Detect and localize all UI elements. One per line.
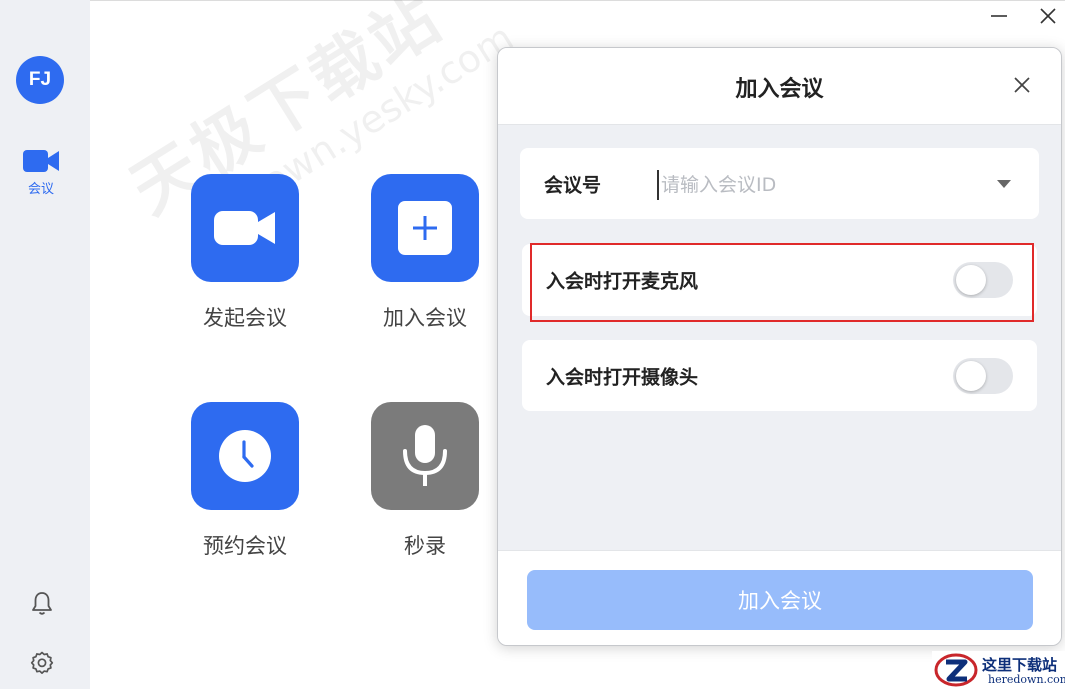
meeting-id-label: 会议号 — [544, 174, 602, 196]
join-meeting-dialog: 加入会议 会议号 入会时打开麦克风 入会时打开摄像头 加入会议 — [497, 47, 1062, 646]
dialog-footer: 加入会议 — [498, 550, 1061, 645]
sidebar-item-meeting[interactable]: 会议 — [20, 148, 62, 206]
meeting-id-row: 会议号 — [520, 148, 1039, 219]
minimize-icon[interactable] — [988, 5, 1010, 27]
join-meeting-label: 加入会议 — [383, 306, 467, 330]
quick-record-label: 秒录 — [404, 534, 446, 558]
join-meeting-button[interactable]: 加入会议 — [370, 174, 480, 332]
join-button[interactable]: 加入会议 — [527, 570, 1033, 630]
camera-toggle-row: 入会时打开摄像头 — [522, 340, 1037, 411]
start-meeting-button[interactable]: 发起会议 — [190, 174, 300, 332]
dialog-header: 加入会议 — [498, 48, 1061, 125]
microphone-icon — [403, 425, 447, 486]
video-camera-icon — [214, 211, 275, 245]
toggle-knob — [956, 265, 986, 295]
quick-record-tile — [371, 402, 479, 510]
clock-icon — [219, 430, 271, 482]
mic-toggle[interactable] — [953, 262, 1013, 298]
site-logo-url: heredown.com — [988, 673, 1065, 686]
site-logo-text: 这里下载站 — [982, 656, 1058, 674]
close-icon[interactable] — [1011, 74, 1033, 96]
quick-record-button[interactable]: 秒录 — [370, 402, 480, 560]
close-window-icon[interactable] — [1037, 5, 1059, 27]
schedule-meeting-button[interactable]: 预约会议 — [190, 402, 300, 560]
mic-toggle-label: 入会时打开麦克风 — [546, 270, 699, 293]
sidebar-item-label: 会议 — [27, 182, 54, 197]
dialog-title: 加入会议 — [735, 77, 824, 102]
plus-icon — [398, 201, 452, 255]
start-meeting-tile — [191, 174, 299, 282]
site-logo-badge-icon — [934, 653, 978, 687]
meeting-id-input[interactable] — [657, 170, 987, 200]
join-meeting-tile — [371, 174, 479, 282]
schedule-meeting-tile — [191, 402, 299, 510]
toggle-knob — [956, 360, 986, 391]
chevron-down-icon[interactable] — [997, 180, 1011, 188]
site-logo: 这里下载站 heredown.com — [932, 651, 1065, 689]
camera-toggle[interactable] — [953, 357, 1013, 394]
bell-icon[interactable] — [29, 590, 55, 616]
avatar[interactable]: FJ — [16, 56, 64, 104]
gear-icon[interactable] — [29, 650, 55, 676]
camera-toggle-label: 入会时打开摄像头 — [546, 366, 699, 388]
sidebar: FJ 会议 — [0, 0, 90, 689]
schedule-meeting-label: 预约会议 — [203, 534, 287, 558]
mic-toggle-row: 入会时打开麦克风 — [522, 244, 1037, 316]
start-meeting-label: 发起会议 — [203, 306, 287, 330]
video-camera-icon — [23, 150, 59, 172]
